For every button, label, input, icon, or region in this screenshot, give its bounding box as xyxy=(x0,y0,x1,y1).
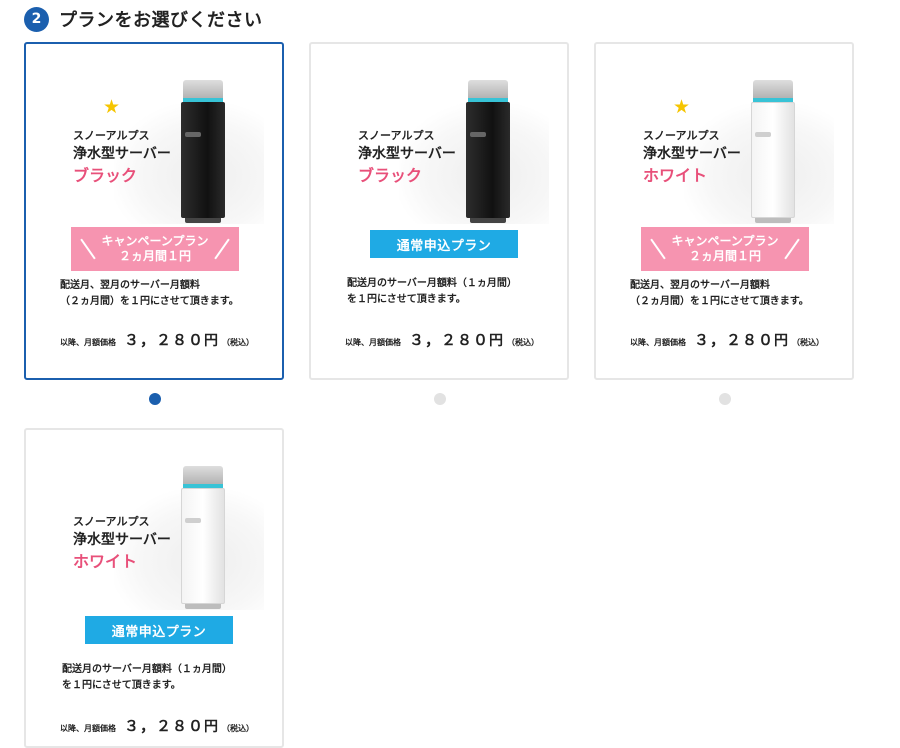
tax-note: （税込） xyxy=(507,338,540,347)
plan-description-line: を１円にさせて頂きます。 xyxy=(62,680,181,691)
price-value: ３，２８０ xyxy=(694,331,775,349)
plan-card-black-normal[interactable]: スノーアルプス 浄水型サーバー ブラック 通常申込プラン 配送月のサーバー月額料… xyxy=(309,42,569,380)
banner-subtitle: ２ヵ月間１円 xyxy=(118,249,191,263)
color-label: ブラック xyxy=(73,166,138,185)
model-name: 浄水型サーバー xyxy=(73,146,171,162)
tax-note: （税込） xyxy=(222,724,255,733)
step-number-badge: 2 xyxy=(24,6,49,32)
normal-plan-banner: 通常申込プラン xyxy=(85,616,233,644)
banner-title: キャンペーンプラン xyxy=(101,234,209,248)
banner-subtitle: ２ヵ月間１円 xyxy=(688,249,761,263)
water-server-black-illustration xyxy=(466,80,512,224)
price-value: ３，２８０ xyxy=(124,331,205,349)
product-image: ★ スノーアルプス 浄水型サーバー ブラック xyxy=(26,44,282,224)
monthly-price: 以降、月額価格 ３，２８０ 円 （税込） xyxy=(345,329,539,350)
banner-title: キャンペーンプラン xyxy=(671,234,779,248)
plan-description-line: 配送月、翌月のサーバー月額料 xyxy=(60,280,200,291)
brand-name: スノーアルプス xyxy=(643,129,720,142)
normal-plan-banner: 通常申込プラン xyxy=(370,230,518,258)
plan-description-line: 配送月のサーバー月額料（１ヵ月間） xyxy=(347,278,517,289)
plan-card-black-campaign[interactable]: ★ スノーアルプス 浄水型サーバー ブラック キャンペーンプラン ２ヵ月間１円 … xyxy=(24,42,284,380)
product-image: ★ スノーアルプス 浄水型サーバー ホワイト xyxy=(596,44,852,224)
price-label: 以降、月額価格 xyxy=(630,338,686,347)
brand-name: スノーアルプス xyxy=(73,129,150,142)
carousel-dot-3[interactable] xyxy=(719,393,731,405)
price-currency: 円 xyxy=(204,333,219,349)
price-currency: 円 xyxy=(489,333,504,349)
plan-description-line: 配送月のサーバー月額料（１ヵ月間） xyxy=(62,664,232,675)
model-name: 浄水型サーバー xyxy=(643,146,741,162)
carousel-dot-1[interactable] xyxy=(149,393,161,405)
monthly-price: 以降、月額価格 ３，２８０ 円 （税込） xyxy=(630,329,824,350)
price-currency: 円 xyxy=(204,719,219,735)
campaign-plan-banner: キャンペーンプラン ２ヵ月間１円 xyxy=(641,227,809,271)
plan-description: 配送月のサーバー月額料（１ヵ月間） を１円にさせて頂きます。 xyxy=(347,276,557,308)
plan-description: 配送月のサーバー月額料（１ヵ月間） を１円にさせて頂きます。 xyxy=(62,662,272,694)
tax-note: （税込） xyxy=(792,338,825,347)
price-value: ３，２８０ xyxy=(409,331,490,349)
brand-name: スノーアルプス xyxy=(358,129,435,142)
plan-description-line: （２ヵ月間）を１円にさせて頂きます。 xyxy=(630,296,809,307)
color-label: ブラック xyxy=(358,166,423,185)
plan-card-white-normal[interactable]: スノーアルプス 浄水型サーバー ホワイト 通常申込プラン 配送月のサーバー月額料… xyxy=(24,428,284,748)
plan-description-line: （２ヵ月間）を１円にさせて頂きます。 xyxy=(60,296,239,307)
brand-name: スノーアルプス xyxy=(73,515,150,528)
monthly-price: 以降、月額価格 ３，２８０ 円 （税込） xyxy=(60,715,254,736)
tax-note: （税込） xyxy=(222,338,255,347)
plan-description-line: を１円にさせて頂きます。 xyxy=(347,294,466,305)
plan-card-white-campaign[interactable]: ★ スノーアルプス 浄水型サーバー ホワイト キャンペーンプラン ２ヵ月間１円 … xyxy=(594,42,854,380)
model-name: 浄水型サーバー xyxy=(358,146,456,162)
water-server-black-illustration xyxy=(181,80,227,224)
price-label: 以降、月額価格 xyxy=(60,724,116,733)
plan-description: 配送月、翌月のサーバー月額料 （２ヵ月間）を１円にさせて頂きます。 xyxy=(60,278,270,310)
model-name: 浄水型サーバー xyxy=(73,532,171,548)
campaign-plan-banner: キャンペーンプラン ２ヵ月間１円 xyxy=(71,227,239,271)
color-label: ホワイト xyxy=(73,552,138,571)
color-label: ホワイト xyxy=(643,166,708,185)
carousel-dot-2[interactable] xyxy=(434,393,446,405)
plan-description-line: 配送月、翌月のサーバー月額料 xyxy=(630,280,770,291)
price-currency: 円 xyxy=(774,333,789,349)
star-icon: ★ xyxy=(673,96,691,118)
product-image: スノーアルプス 浄水型サーバー ブラック xyxy=(311,44,567,224)
product-image: スノーアルプス 浄水型サーバー ホワイト xyxy=(26,430,282,610)
price-label: 以降、月額価格 xyxy=(60,338,116,347)
water-server-white-illustration xyxy=(181,466,227,610)
plan-description: 配送月、翌月のサーバー月額料 （２ヵ月間）を１円にさせて頂きます。 xyxy=(630,278,840,310)
price-value: ３，２８０ xyxy=(124,717,205,735)
step-title: プランをお選びください xyxy=(59,10,263,31)
star-icon: ★ xyxy=(103,96,121,118)
monthly-price: 以降、月額価格 ３，２８０ 円 （税込） xyxy=(60,329,254,350)
price-label: 以降、月額価格 xyxy=(345,338,401,347)
water-server-white-illustration xyxy=(751,80,797,224)
step-header: 2 プランをお選びください xyxy=(24,6,263,32)
